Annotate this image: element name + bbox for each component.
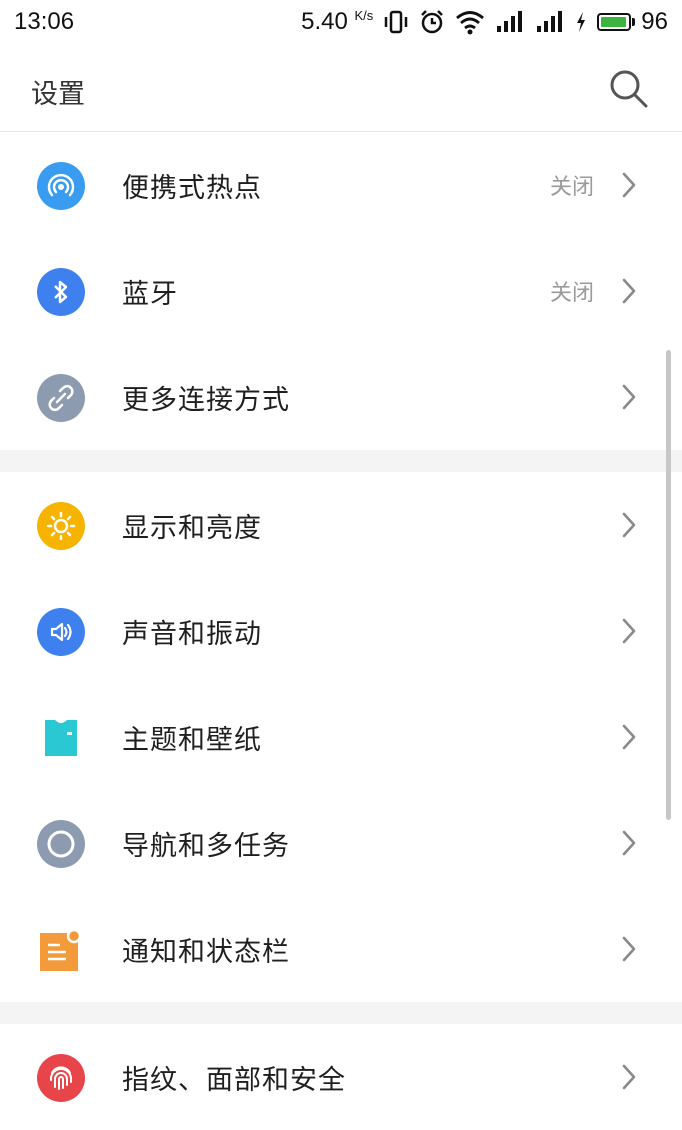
vibrate-icon xyxy=(385,10,408,34)
settings-item-label: 显示和亮度 xyxy=(122,512,262,544)
settings-item-status: 关闭 xyxy=(549,175,594,200)
hotspot-icon xyxy=(37,162,85,210)
settings-item[interactable]: 主题和壁纸 xyxy=(0,684,682,790)
network-speed: 5.40 K/s xyxy=(301,8,374,35)
settings-item-label: 主题和壁纸 xyxy=(122,724,262,756)
group-divider xyxy=(0,450,682,472)
settings-item-label: 蓝牙 xyxy=(122,278,178,310)
settings-item-label: 通知和状态栏 xyxy=(122,936,290,968)
settings-item[interactable]: 便携式热点 关闭 xyxy=(0,132,682,238)
sun-icon xyxy=(37,502,85,550)
chevron-right-icon xyxy=(622,512,636,538)
chevron-right-icon xyxy=(622,278,636,304)
chevron-right-icon xyxy=(622,618,636,644)
settings-item-label: 声音和振动 xyxy=(122,618,262,650)
bluetooth-icon xyxy=(37,268,85,316)
search-button[interactable] xyxy=(606,66,650,110)
group-divider xyxy=(0,1002,682,1024)
navigation-ring-icon xyxy=(37,820,85,868)
wifi-icon xyxy=(456,11,485,35)
chevron-right-icon xyxy=(622,830,636,856)
status-bar: 13:06 5.40 K/s 96 xyxy=(0,0,682,44)
notification-icon xyxy=(37,926,85,974)
battery-indicator: 96 xyxy=(597,8,668,36)
settings-item[interactable]: 显示和亮度 xyxy=(0,472,682,578)
settings-item[interactable]: 通知和状态栏 xyxy=(0,896,682,1002)
settings-item-label: 更多连接方式 xyxy=(122,384,290,416)
settings-item-label: 便携式热点 xyxy=(122,172,262,204)
status-time: 13:06 xyxy=(14,8,75,35)
scrollbar[interactable] xyxy=(666,350,671,820)
battery-level: 96 xyxy=(641,8,668,35)
battery-icon xyxy=(597,13,632,31)
settings-item[interactable]: 更多连接方式 xyxy=(0,344,682,450)
settings-item[interactable]: 蓝牙 关闭 xyxy=(0,238,682,344)
chevron-right-icon xyxy=(622,384,636,410)
settings-item-label: 导航和多任务 xyxy=(122,830,290,862)
search-icon xyxy=(610,70,648,108)
fingerprint-icon xyxy=(37,1054,85,1102)
signal-icon-2 xyxy=(537,11,563,32)
settings-item[interactable]: 声音和振动 xyxy=(0,578,682,684)
settings-item-status: 关闭 xyxy=(549,281,594,306)
chevron-right-icon xyxy=(622,172,636,198)
alarm-icon xyxy=(421,10,444,34)
settings-item-label: 指纹、面部和安全 xyxy=(122,1064,346,1096)
chevron-right-icon xyxy=(622,724,636,750)
tshirt-icon xyxy=(37,714,85,762)
settings-list: 便携式热点 关闭 蓝牙 关闭 更多连接方式 显示和亮度 声音和振动 主题和壁纸 导航和多任务 通知… xyxy=(0,132,682,1130)
signal-icon-1 xyxy=(497,11,523,32)
page-title: 设置 xyxy=(31,79,85,110)
settings-item[interactable]: 导航和多任务 xyxy=(0,790,682,896)
chevron-right-icon xyxy=(622,1064,636,1090)
charging-icon xyxy=(577,12,586,32)
settings-item[interactable]: 指纹、面部和安全 xyxy=(0,1024,682,1130)
app-header: 设置 xyxy=(0,44,682,132)
status-indicators: 5.40 K/s 96 xyxy=(301,8,668,36)
link-icon xyxy=(37,374,85,422)
speaker-icon xyxy=(37,608,85,656)
chevron-right-icon xyxy=(622,936,636,962)
